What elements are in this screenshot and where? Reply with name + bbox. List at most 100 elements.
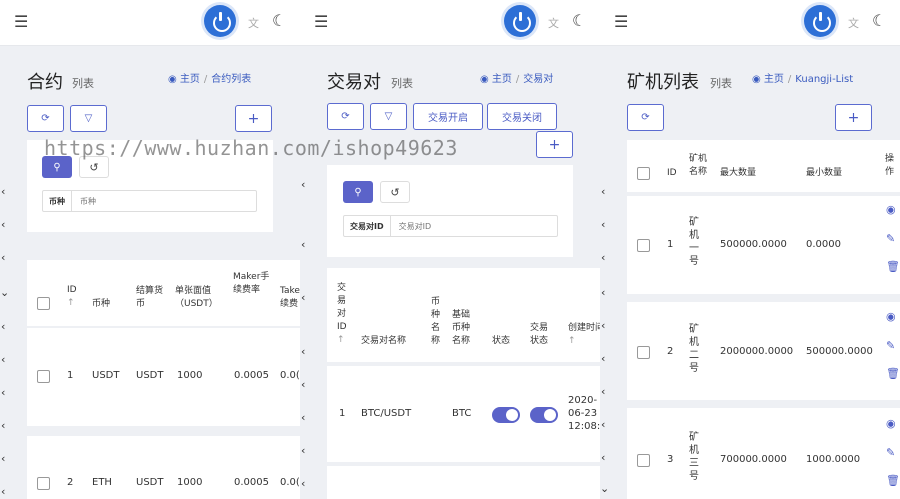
filter-button[interactable]: ▽ bbox=[70, 105, 107, 132]
chevron-left-icon[interactable]: ‹ bbox=[301, 291, 305, 304]
chevron-left-icon[interactable]: ‹ bbox=[301, 178, 305, 191]
chevron-left-icon[interactable]: ‹ bbox=[601, 418, 605, 431]
chevron-left-icon[interactable]: ‹ bbox=[1, 386, 5, 399]
table-row[interactable] bbox=[327, 466, 600, 499]
row-maker: 0.0005 bbox=[234, 477, 269, 488]
page-title: 矿机列表 bbox=[627, 72, 699, 93]
delete-icon[interactable]: 🗑 bbox=[886, 367, 900, 380]
chevron-left-icon[interactable]: ‹ bbox=[601, 319, 605, 332]
edit-icon[interactable]: ✎ bbox=[886, 446, 895, 459]
chevron-left-icon[interactable]: ‹ bbox=[1, 485, 5, 498]
moon-icon[interactable]: ☾ bbox=[572, 11, 586, 30]
chevron-left-icon[interactable]: ‹ bbox=[601, 185, 605, 198]
translate-icon[interactable]: 文 bbox=[248, 15, 259, 31]
chevron-left-icon[interactable]: ‹ bbox=[1, 353, 5, 366]
table-row[interactable]: 1 USDT USDT 1000 0.0005 0.0( bbox=[27, 328, 300, 426]
table-row[interactable]: 2 矿机二号 2000000.0000 500000.0000 ◉ ✎ 🗑 bbox=[627, 302, 900, 400]
chevron-left-icon[interactable]: ‹ bbox=[1, 185, 5, 198]
row-checkbox[interactable] bbox=[637, 454, 650, 467]
pair-id-filter-input[interactable] bbox=[390, 221, 557, 231]
refresh-button[interactable]: ⟳ bbox=[27, 105, 64, 132]
coin-filter-input[interactable] bbox=[72, 196, 256, 206]
power-logo-icon[interactable] bbox=[204, 5, 236, 37]
delete-icon[interactable]: 🗑 bbox=[886, 260, 900, 273]
refresh-button[interactable]: ⟳ bbox=[327, 103, 364, 130]
breadcrumb-home[interactable]: 主页 bbox=[764, 74, 784, 85]
trade-status-toggle[interactable] bbox=[530, 407, 558, 423]
menu-icon[interactable]: ☰ bbox=[14, 12, 28, 31]
trade-close-button[interactable]: 交易关闭 bbox=[487, 103, 557, 130]
translate-icon[interactable]: 文 bbox=[548, 15, 559, 31]
chevron-left-icon[interactable]: ‹ bbox=[301, 411, 305, 424]
page-subtitle: 列表 bbox=[391, 77, 413, 90]
search-button[interactable]: ⚲ bbox=[343, 181, 373, 203]
table-row[interactable]: 1 BTC/USDT BTC 2020-06-23 12:08: bbox=[327, 366, 600, 462]
add-button[interactable]: + bbox=[235, 105, 272, 132]
delete-icon[interactable]: 🗑 bbox=[886, 474, 900, 487]
row-id: 3 bbox=[667, 454, 674, 465]
view-icon[interactable]: ◉ bbox=[886, 310, 896, 323]
edit-icon[interactable]: ✎ bbox=[886, 339, 895, 352]
filter-icon: ▽ bbox=[84, 113, 93, 124]
power-logo-icon[interactable] bbox=[804, 5, 836, 37]
chevron-left-icon[interactable]: ‹ bbox=[601, 286, 605, 299]
status-toggle[interactable] bbox=[492, 407, 520, 423]
chevron-left-icon[interactable]: ‹ bbox=[601, 352, 605, 365]
chevron-left-icon[interactable]: ‹ bbox=[1, 419, 5, 432]
chevron-left-icon[interactable]: ‹ bbox=[601, 451, 605, 464]
search-button[interactable]: ⚲ bbox=[42, 156, 72, 178]
refresh-icon: ⟳ bbox=[641, 112, 650, 123]
row-checkbox[interactable] bbox=[37, 477, 50, 490]
chevron-left-icon[interactable]: ‹ bbox=[301, 345, 305, 358]
select-all-checkbox[interactable] bbox=[637, 167, 650, 180]
col-actions: 操作 bbox=[885, 154, 895, 177]
filter-button[interactable]: ▽ bbox=[370, 103, 407, 130]
menu-icon[interactable]: ☰ bbox=[314, 12, 328, 31]
view-icon[interactable]: ◉ bbox=[886, 203, 896, 216]
chevron-left-icon[interactable]: ‹ bbox=[601, 385, 605, 398]
edit-icon[interactable]: ✎ bbox=[886, 232, 895, 245]
page-subtitle: 列表 bbox=[72, 77, 94, 90]
reset-button[interactable]: ↺ bbox=[380, 181, 410, 203]
pair-id-filter: 交易对ID bbox=[343, 215, 558, 237]
table-row[interactable]: 3 矿机三号 700000.0000 1000.0000 ◉ ✎ 🗑 bbox=[627, 408, 900, 499]
menu-icon[interactable]: ☰ bbox=[614, 12, 628, 31]
row-id: 1 bbox=[667, 239, 674, 250]
trade-open-button[interactable]: 交易开启 bbox=[413, 103, 483, 130]
title-row: 合约 列表 ◉ 主页 / 合约列表 bbox=[0, 48, 300, 98]
chevron-left-icon[interactable]: ‹ bbox=[1, 251, 5, 264]
add-button[interactable]: + bbox=[835, 104, 872, 131]
chevron-left-icon[interactable]: ‹ bbox=[301, 444, 305, 457]
reset-button[interactable]: ↺ bbox=[79, 156, 109, 178]
row-settle: USDT bbox=[136, 477, 164, 488]
view-icon[interactable]: ◉ bbox=[886, 417, 896, 430]
chevron-left-icon[interactable]: ‹ bbox=[1, 320, 5, 333]
breadcrumb-home[interactable]: 主页 bbox=[180, 74, 200, 85]
chevron-down-icon[interactable]: ⌄ bbox=[0, 286, 9, 299]
chevron-left-icon[interactable]: ‹ bbox=[301, 238, 305, 251]
table-row[interactable]: 2 ETH USDT 1000 0.0005 0.0( bbox=[27, 436, 300, 499]
row-checkbox[interactable] bbox=[37, 370, 50, 383]
chevron-left-icon[interactable]: ‹ bbox=[601, 251, 605, 264]
moon-icon[interactable]: ☾ bbox=[872, 11, 886, 30]
table-row[interactable]: 1 矿机一号 500000.0000 0.0000 ◉ ✎ 🗑 bbox=[627, 196, 900, 294]
add-button[interactable]: + bbox=[536, 131, 573, 158]
row-max: 700000.0000 bbox=[720, 454, 787, 465]
chevron-left-icon[interactable]: ‹ bbox=[1, 218, 5, 231]
chevron-down-icon[interactable]: ⌄ bbox=[600, 482, 609, 495]
refresh-button[interactable]: ⟳ bbox=[627, 104, 664, 131]
translate-icon[interactable]: 文 bbox=[848, 15, 859, 31]
title-row: 矿机列表 列表 ◉ 主页 / Kuangji-List bbox=[600, 48, 900, 98]
select-all-checkbox[interactable] bbox=[37, 297, 50, 310]
power-logo-icon[interactable] bbox=[504, 5, 536, 37]
chevron-left-icon[interactable]: ‹ bbox=[1, 452, 5, 465]
chevron-left-icon[interactable]: ‹ bbox=[301, 477, 305, 490]
moon-icon[interactable]: ☾ bbox=[272, 11, 286, 30]
chevron-left-icon[interactable]: ‹ bbox=[601, 218, 605, 231]
breadcrumb-home[interactable]: 主页 bbox=[492, 74, 512, 85]
row-checkbox[interactable] bbox=[637, 346, 650, 359]
page-title: 交易对 bbox=[327, 72, 381, 93]
sort-icon: ↑ bbox=[67, 298, 75, 308]
chevron-left-icon[interactable]: ‹ bbox=[301, 378, 305, 391]
row-checkbox[interactable] bbox=[637, 239, 650, 252]
